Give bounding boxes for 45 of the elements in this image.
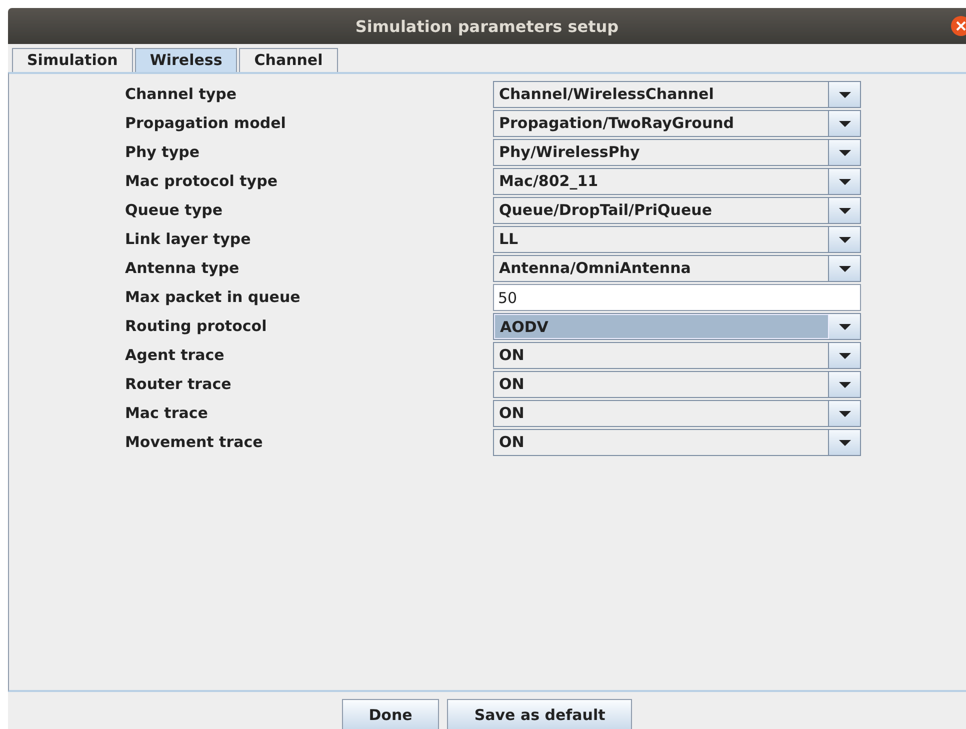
field-label: Propagation model [125,113,287,134]
tab[interactable]: Wireless [134,48,238,72]
field-label: Mac trace [125,403,209,424]
dropdown[interactable]: Queue/DropTail/PriQueue [493,197,861,224]
dialog-button[interactable]: Save as default [447,699,632,729]
caret-icon [838,382,850,388]
field-label: Agent trace [125,345,226,366]
dropdown[interactable]: Propagation/TwoRayGround [493,110,861,137]
dropdown[interactable]: ON [493,342,861,369]
caret-icon [838,150,850,156]
field-label: Movement trace [125,432,264,453]
field-label: Antenna type [125,258,240,279]
caret-icon [838,410,850,416]
dropdown[interactable]: ON [493,371,861,398]
caret-icon [838,178,850,184]
field-label: Phy type [125,142,201,163]
dropdown[interactable]: ON [493,400,861,427]
caret-icon [838,120,850,126]
dropdown[interactable]: Channel/WirelessChannel [493,81,861,108]
field-label: Mac protocol type [125,171,278,192]
dropdown[interactable]: Mac/802_11 [493,168,861,195]
dropdown[interactable]: LL [493,226,861,253]
dropdown[interactable]: ON [493,429,861,456]
tab[interactable]: Channel [239,48,338,72]
field-label: Queue type [125,200,224,221]
field-label: Routing protocol [125,316,268,337]
field-label: Channel type [125,84,238,105]
input-field[interactable]: 50 [493,284,861,311]
caret-icon [838,352,850,358]
field-label: Router trace [125,374,232,395]
caret-icon [838,266,850,272]
caret-icon [838,440,850,446]
caret-icon [838,208,850,214]
dropdown[interactable]: Antenna/OmniAntenna [493,255,861,282]
dialog-button[interactable]: Done [342,699,440,729]
field-label: Link layer type [125,229,252,250]
dropdown[interactable]: Phy/WirelessPhy [493,139,861,166]
caret-icon [838,236,850,242]
close-icon[interactable] [950,15,966,37]
window-title: Simulation parameters setup [355,16,619,36]
tab[interactable]: Simulation [12,48,133,72]
caret-icon [838,324,850,330]
dropdown[interactable]: AODV [493,313,861,340]
field-label: Max packet in queue [125,287,302,308]
caret-icon [838,92,850,98]
